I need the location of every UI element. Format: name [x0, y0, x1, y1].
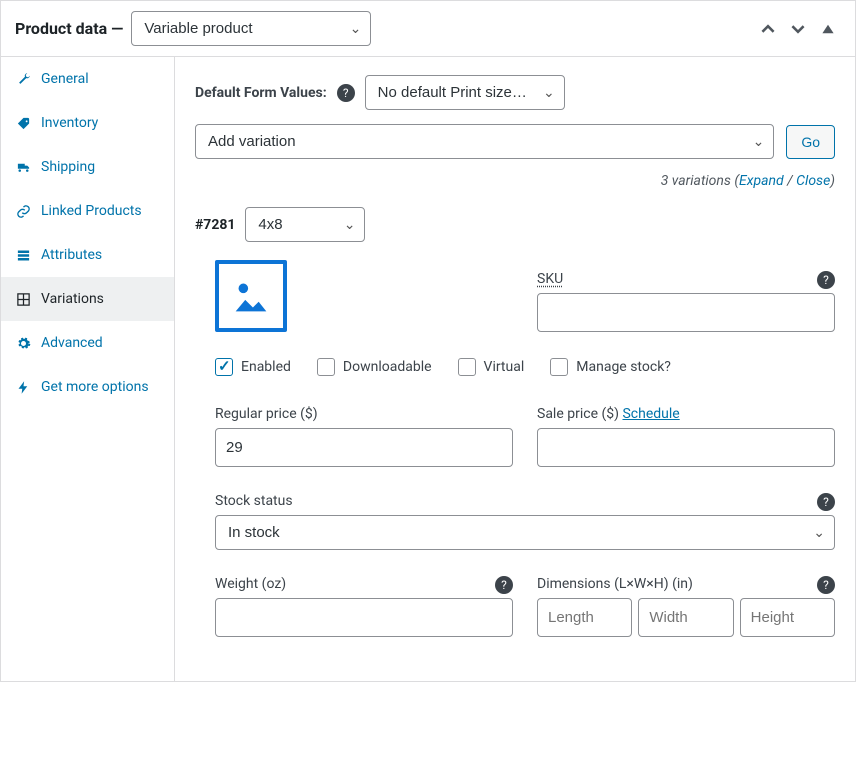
downloadable-checkbox[interactable]: [317, 358, 335, 376]
stock-status-label: Stock status: [215, 493, 835, 509]
height-input[interactable]: [740, 598, 835, 637]
tab-get-more-options[interactable]: Get more options: [1, 365, 174, 409]
tab-shipping[interactable]: Shipping: [1, 145, 174, 189]
variations-meta: 3 variations (Expand / Close): [195, 173, 835, 189]
default-form-select-wrap: No default Print size… ⌄: [365, 75, 565, 110]
regular-price-input[interactable]: [215, 428, 513, 467]
default-form-row: Default Form Values: ? No default Print …: [195, 75, 835, 110]
width-input[interactable]: [638, 598, 733, 637]
wrench-icon: [15, 71, 31, 87]
stock-status-col: ? Stock status In stock ⌄: [215, 493, 835, 550]
virtual-checkbox[interactable]: [458, 358, 476, 376]
link-icon: [15, 203, 31, 219]
panel-title: Product data —: [15, 19, 123, 38]
help-icon[interactable]: ?: [817, 576, 835, 594]
tab-label: Attributes: [41, 247, 102, 263]
product-type-select[interactable]: Variable product: [131, 11, 371, 46]
tab-inventory[interactable]: Inventory: [1, 101, 174, 145]
weight-col: ? Weight (oz): [215, 576, 513, 637]
thumb-col: [215, 260, 513, 332]
move-down-icon[interactable]: [785, 16, 811, 42]
panel-body: General Inventory Shipping Linked Produc…: [1, 57, 855, 681]
product-data-panel: Product data — Variable product ⌄ Genera…: [0, 0, 856, 682]
close-link[interactable]: Close: [796, 173, 830, 189]
stock-status-select[interactable]: In stock: [215, 515, 835, 550]
variation-checks: Enabled Downloadable Virtual Manage stoc…: [215, 358, 835, 376]
tab-variations[interactable]: Variations: [1, 277, 174, 321]
variation-body: ? SKU Enabled Downloadable: [195, 260, 835, 637]
tab-label: Inventory: [41, 115, 98, 131]
tab-attributes[interactable]: Attributes: [1, 233, 174, 277]
dimensions-col: ? Dimensions (L×W×H) (in): [537, 576, 835, 637]
variation-attribute-select[interactable]: 4x8: [245, 207, 365, 242]
regular-price-col: Regular price ($): [215, 406, 513, 467]
variation-attr-wrap: 4x8 ⌄: [245, 207, 365, 242]
tab-general[interactable]: General: [1, 57, 174, 101]
help-icon[interactable]: ?: [817, 493, 835, 511]
sku-label: SKU: [537, 271, 835, 287]
tab-label: Variations: [41, 291, 104, 307]
variation-action-wrap: Add variation ⌄: [195, 124, 774, 159]
dimensions-label: Dimensions (L×W×H) (in): [537, 576, 835, 592]
tab-label: Linked Products: [41, 203, 142, 219]
sale-price-col: Sale price ($) Schedule: [537, 406, 835, 467]
gear-icon: [15, 335, 31, 351]
sku-col: ? SKU: [537, 271, 835, 332]
default-form-label: Default Form Values:: [195, 85, 327, 101]
downloadable-check[interactable]: Downloadable: [317, 358, 432, 376]
truck-icon: [15, 159, 31, 175]
schedule-link[interactable]: Schedule: [622, 406, 679, 422]
stock-status-wrap: In stock ⌄: [215, 515, 835, 550]
grid-icon: [15, 291, 31, 307]
dimensions-inputs: [537, 598, 835, 637]
tab-label: Shipping: [41, 159, 95, 175]
help-icon[interactable]: ?: [817, 271, 835, 289]
list-icon: [15, 247, 31, 263]
toggle-panel-icon[interactable]: [815, 16, 841, 42]
weight-label: Weight (oz): [215, 576, 513, 592]
variation-image-upload[interactable]: [215, 260, 287, 332]
sale-price-input[interactable]: [537, 428, 835, 467]
bolt-icon: [15, 379, 31, 395]
move-up-icon[interactable]: [755, 16, 781, 42]
sku-input[interactable]: [537, 293, 835, 332]
variation-count: 3 variations: [661, 173, 731, 189]
enabled-checkbox[interactable]: [215, 358, 233, 376]
tab-label: General: [41, 71, 89, 87]
sale-price-label: Sale price ($) Schedule: [537, 406, 835, 422]
tag-icon: [15, 115, 31, 131]
manage-stock-check[interactable]: Manage stock?: [550, 358, 671, 376]
variation-id: #7281: [195, 217, 235, 233]
go-button[interactable]: Go: [786, 125, 835, 159]
thumb-sku-row: ? SKU: [215, 260, 835, 332]
length-input[interactable]: [537, 598, 632, 637]
add-variation-row: Add variation ⌄ Go: [195, 124, 835, 159]
virtual-check[interactable]: Virtual: [458, 358, 525, 376]
tab-linked-products[interactable]: Linked Products: [1, 189, 174, 233]
variations-panel: Default Form Values: ? No default Print …: [175, 57, 855, 681]
default-form-select[interactable]: No default Print size…: [365, 75, 565, 110]
sidebar: General Inventory Shipping Linked Produc…: [1, 57, 175, 681]
tab-advanced[interactable]: Advanced: [1, 321, 174, 365]
weight-dim-row: ? Weight (oz) ? Dimensions (L×W×H) (in): [215, 576, 835, 637]
tab-label: Get more options: [41, 379, 149, 395]
price-row: Regular price ($) Sale price ($) Schedul…: [215, 406, 835, 467]
regular-price-label: Regular price ($): [215, 406, 513, 422]
panel-header: Product data — Variable product ⌄: [1, 1, 855, 57]
weight-input[interactable]: [215, 598, 513, 637]
enabled-check[interactable]: Enabled: [215, 358, 291, 376]
variation-action-select[interactable]: Add variation: [195, 124, 774, 159]
tab-label: Advanced: [41, 335, 103, 351]
manage-stock-checkbox[interactable]: [550, 358, 568, 376]
help-icon[interactable]: ?: [337, 84, 355, 102]
variation-header: #7281 4x8 ⌄: [195, 207, 835, 242]
help-icon[interactable]: ?: [495, 576, 513, 594]
product-type-wrap: Variable product ⌄: [123, 11, 371, 46]
expand-link[interactable]: Expand: [739, 173, 784, 189]
